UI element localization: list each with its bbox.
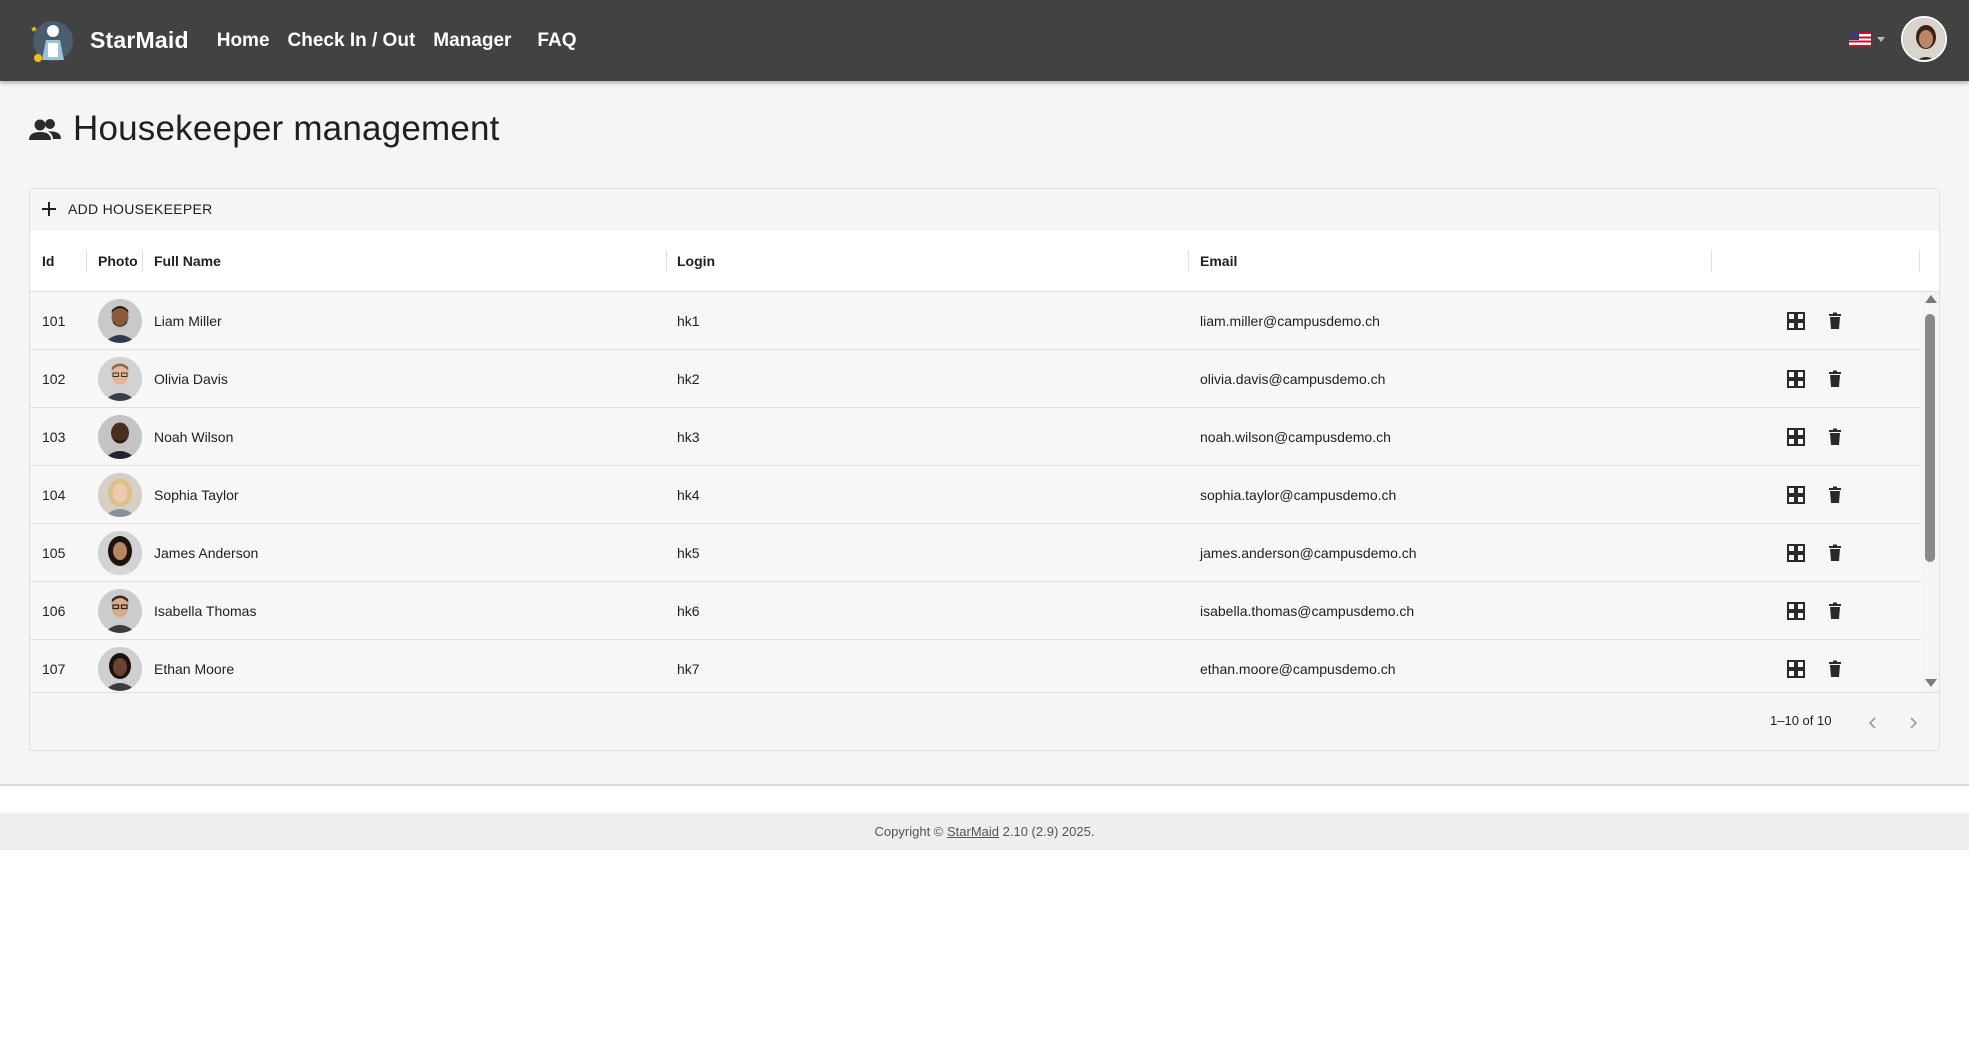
cell-login: hk4 — [677, 487, 700, 503]
qr-code-icon[interactable] — [1787, 544, 1805, 562]
cell-login: hk6 — [677, 603, 700, 619]
housekeeper-photo — [98, 589, 142, 633]
cell-id: 102 — [42, 371, 66, 387]
cell-id: 107 — [42, 661, 66, 677]
qr-code-icon[interactable] — [1787, 428, 1805, 446]
cell-full-name: Noah Wilson — [154, 429, 234, 445]
nav-manager[interactable]: Manager — [433, 30, 511, 52]
qr-code-icon[interactable] — [1787, 312, 1805, 330]
user-avatar[interactable] — [1901, 16, 1947, 62]
housekeeper-grid: ADD HOUSEKEEPER Id Photo Full Name Login… — [29, 188, 1940, 751]
cell-email: james.anderson@campusdemo.ch — [1200, 545, 1417, 561]
people-icon — [29, 119, 61, 140]
cell-email: ethan.moore@campusdemo.ch — [1200, 661, 1396, 677]
housekeeper-photo — [98, 647, 142, 691]
grid-toolbar: ADD HOUSEKEEPER — [30, 189, 1939, 230]
cell-email: sophia.taylor@campusdemo.ch — [1200, 487, 1397, 503]
app-name: StarMaid — [90, 27, 189, 53]
plus-icon — [42, 202, 56, 216]
previous-page-icon[interactable] — [1866, 715, 1880, 731]
cell-full-name: Ethan Moore — [154, 661, 235, 677]
qr-code-icon[interactable] — [1787, 370, 1805, 388]
add-housekeeper-button[interactable]: ADD HOUSEKEEPER — [42, 201, 213, 217]
page-title: Housekeeper management — [29, 109, 500, 149]
cell-id: 105 — [42, 545, 66, 561]
scrollbar-thumb[interactable] — [1925, 314, 1935, 562]
qr-code-icon[interactable] — [1787, 486, 1805, 504]
table-row[interactable]: 105 James Anderson hk5 james.anderson@ca… — [30, 524, 1921, 582]
us-flag-icon — [1849, 31, 1871, 47]
cell-full-name: Isabella Thomas — [154, 603, 257, 619]
cell-full-name: Liam Miller — [154, 313, 222, 329]
table-row[interactable]: 104 Sophia Taylor hk4 sophia.taylor@camp… — [30, 466, 1921, 524]
top-navbar: StarMaid Home Check In / Out Manager FAQ — [0, 0, 1969, 81]
top-right-controls — [1849, 16, 1947, 62]
cell-login: hk1 — [677, 313, 700, 329]
scroll-down-arrow-icon[interactable] — [1925, 679, 1937, 687]
housekeeper-photo — [98, 415, 142, 459]
grid-header: Id Photo Full Name Login Email — [30, 230, 1939, 292]
table-row[interactable]: 102 Olivia Davis hk2 olivia.davis@campus… — [30, 350, 1921, 408]
table-row[interactable]: 106 Isabella Thomas hk6 isabella.thomas@… — [30, 582, 1921, 640]
copyright-suffix: 2.10 (2.9) 2025. — [999, 824, 1095, 839]
trash-icon[interactable] — [1826, 312, 1844, 330]
qr-code-icon[interactable] — [1787, 660, 1805, 678]
housekeeper-photo — [98, 299, 142, 343]
cell-id: 103 — [42, 429, 66, 445]
cell-login: hk5 — [677, 545, 700, 561]
add-housekeeper-label: ADD HOUSEKEEPER — [68, 201, 213, 217]
nav-faq[interactable]: FAQ — [537, 30, 576, 52]
trash-icon[interactable] — [1826, 544, 1844, 562]
cell-email: isabella.thomas@campusdemo.ch — [1200, 603, 1415, 619]
trash-icon[interactable] — [1826, 602, 1844, 620]
trash-icon[interactable] — [1826, 370, 1844, 388]
next-page-icon[interactable] — [1906, 715, 1920, 731]
trash-icon[interactable] — [1826, 428, 1844, 446]
nav-check-in-out[interactable]: Check In / Out — [288, 30, 416, 52]
starmaid-link[interactable]: StarMaid — [947, 824, 999, 839]
cell-id: 101 — [42, 313, 66, 329]
qr-code-icon[interactable] — [1787, 602, 1805, 620]
column-header-login[interactable]: Login — [677, 230, 715, 292]
cell-email: liam.miller@campusdemo.ch — [1200, 313, 1380, 329]
main-nav: Home Check In / Out Manager FAQ — [217, 30, 595, 52]
cell-login: hk3 — [677, 429, 700, 445]
cell-email: olivia.davis@campusdemo.ch — [1200, 371, 1386, 387]
trash-icon[interactable] — [1826, 486, 1844, 504]
cell-email: noah.wilson@campusdemo.ch — [1200, 429, 1391, 445]
page-heading: Housekeeper management — [73, 109, 500, 148]
starmaid-logo-icon — [28, 16, 78, 66]
column-header-email[interactable]: Email — [1200, 230, 1237, 292]
trash-icon[interactable] — [1826, 660, 1844, 678]
cell-login: hk2 — [677, 371, 700, 387]
housekeeper-photo — [98, 531, 142, 575]
table-row[interactable]: 101 Liam Miller hk1 liam.miller@campusde… — [30, 292, 1921, 350]
grid-footer: 1–10 of 10 — [30, 692, 1939, 750]
copyright-footer: Copyright © StarMaid 2.10 (2.9) 2025. — [0, 813, 1969, 850]
cell-id: 106 — [42, 603, 66, 619]
cell-full-name: Sophia Taylor — [154, 487, 239, 503]
housekeeper-photo — [98, 357, 142, 401]
cell-full-name: Olivia Davis — [154, 371, 228, 387]
column-header-photo[interactable]: Photo — [98, 230, 138, 292]
main-content: Housekeeper management ADD HOUSEKEEPER I… — [0, 81, 1969, 786]
column-header-id[interactable]: Id — [42, 230, 54, 292]
cell-login: hk7 — [677, 661, 700, 677]
brand[interactable]: StarMaid — [28, 16, 189, 66]
vertical-scrollbar[interactable] — [1921, 292, 1939, 692]
copyright-prefix: Copyright © — [874, 824, 947, 839]
nav-home[interactable]: Home — [217, 30, 270, 52]
cell-full-name: James Anderson — [154, 545, 259, 561]
column-header-full-name[interactable]: Full Name — [154, 230, 221, 292]
language-selector[interactable] — [1849, 31, 1885, 47]
chevron-down-icon — [1877, 36, 1885, 42]
pagination-text: 1–10 of 10 — [1770, 713, 1832, 728]
table-row[interactable]: 107 Ethan Moore hk7 ethan.moore@campusde… — [30, 640, 1921, 692]
table-row[interactable]: 103 Noah Wilson hk3 noah.wilson@campusde… — [30, 408, 1921, 466]
cell-id: 104 — [42, 487, 66, 503]
scroll-up-arrow-icon[interactable] — [1925, 295, 1937, 303]
housekeeper-photo — [98, 473, 142, 517]
grid-rows: 101 Liam Miller hk1 liam.miller@campusde… — [30, 292, 1939, 692]
